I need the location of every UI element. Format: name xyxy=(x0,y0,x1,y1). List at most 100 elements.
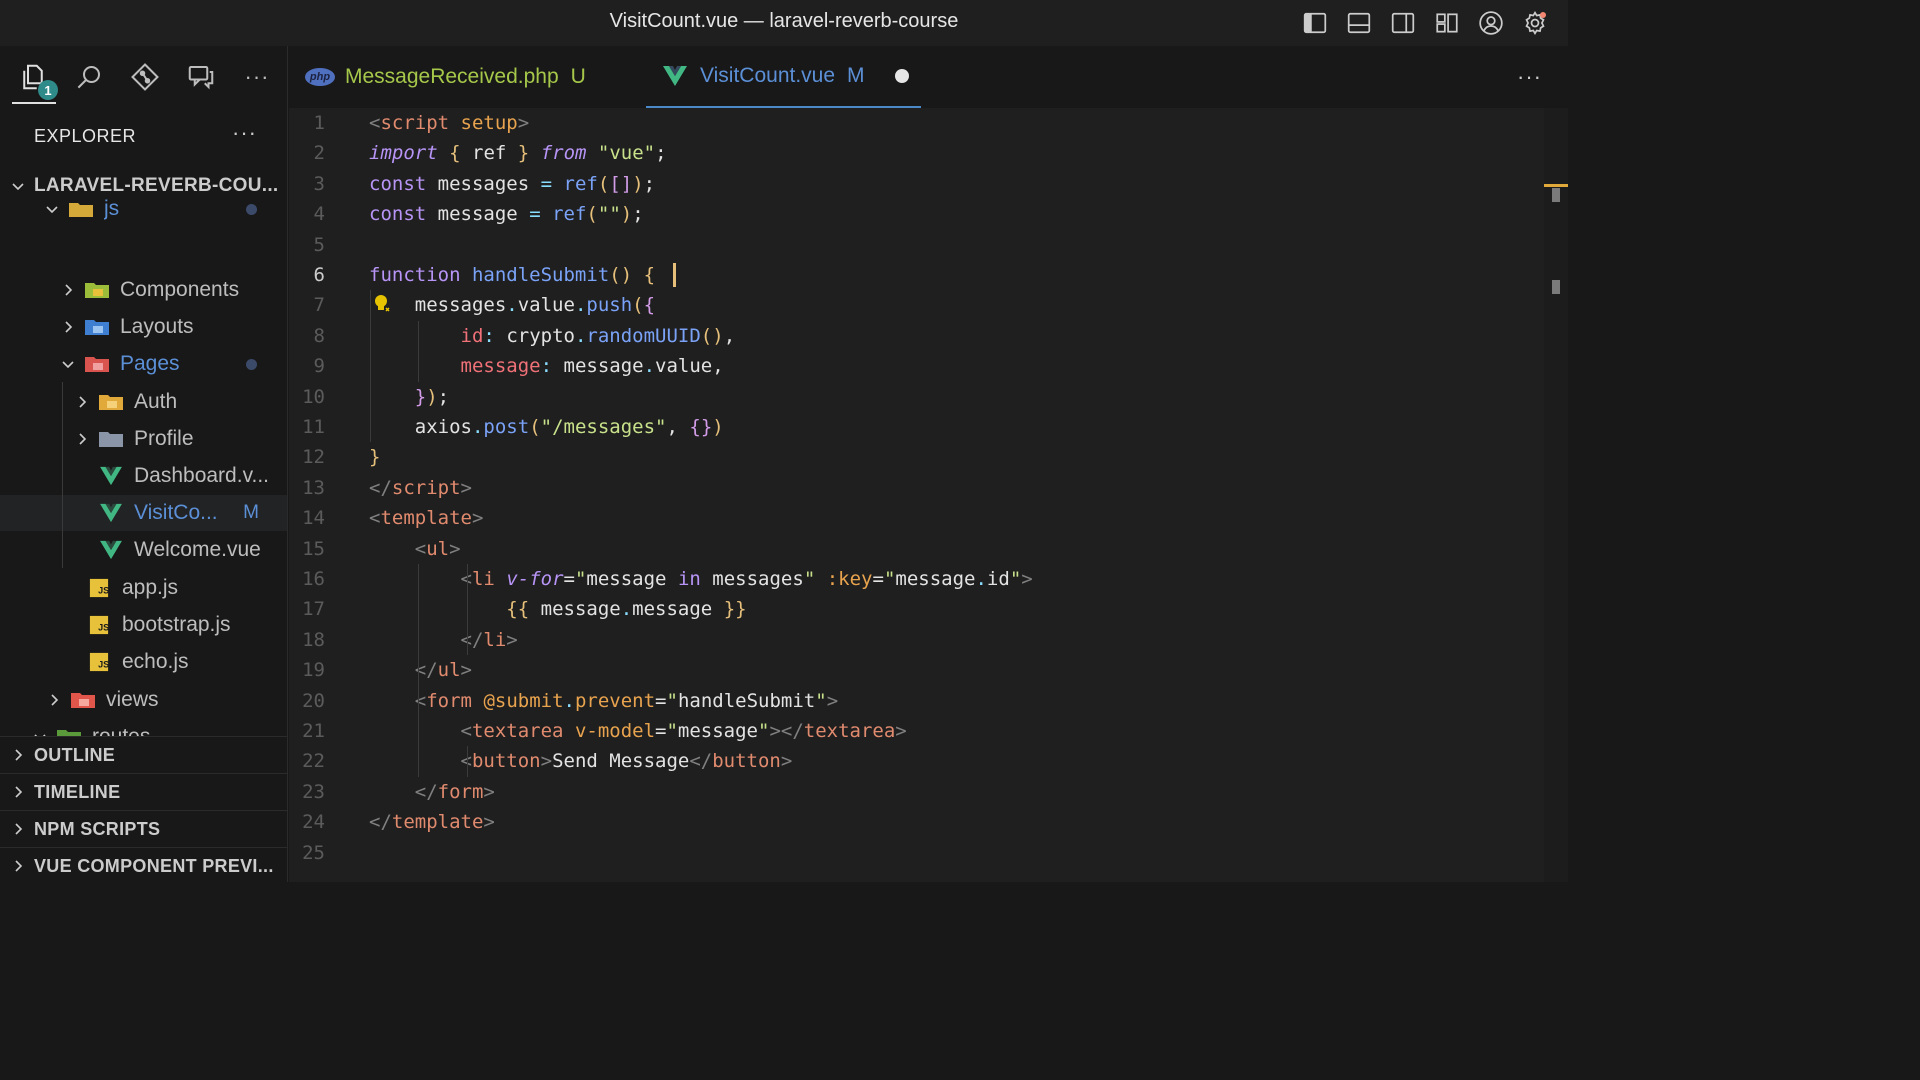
code-line[interactable]: 11 axios.post("/messages", {}) xyxy=(289,412,1544,442)
code-line[interactable]: 23 </form> xyxy=(289,777,1544,807)
tabs-more-button[interactable]: ··· xyxy=(1517,64,1542,90)
chevron-right-icon xyxy=(15,860,23,872)
editor-scrollbar[interactable] xyxy=(1544,108,1568,882)
more-views-icon[interactable]: ··· xyxy=(240,60,274,94)
code-line[interactable]: 7 messages.value.push({ xyxy=(289,290,1544,320)
code-line[interactable]: 16 <li v-for="message in messages" :key=… xyxy=(289,564,1544,594)
settings-gear-icon[interactable] xyxy=(1520,8,1550,38)
code-editor[interactable]: 1 <script setup> 2 import { ref } from "vue… xyxy=(289,108,1544,882)
code-line[interactable]: 20 <form @submit.prevent="handleSubmit"> xyxy=(289,686,1544,716)
lightbulb-icon[interactable] xyxy=(371,292,393,314)
line-number: 18 xyxy=(302,628,325,651)
vue-file-icon xyxy=(98,502,124,524)
code-line[interactable]: 24 </template> xyxy=(289,807,1544,837)
code-line[interactable]: 17 {{ message.message }} xyxy=(289,594,1544,624)
tree-item-profile[interactable]: Profile xyxy=(0,421,287,457)
php-file-icon: php xyxy=(305,68,335,86)
toggle-panel-icon[interactable] xyxy=(1344,8,1374,38)
scrollbar-thumb[interactable] xyxy=(1552,188,1560,202)
tree-item-label: app.js xyxy=(122,576,179,599)
code-line[interactable]: 14 <template> xyxy=(289,503,1544,533)
tree-item-label: Welcome.vue xyxy=(134,538,261,561)
tree-item-app-js[interactable]: JS app.js xyxy=(0,570,287,606)
code-line[interactable]: 4 const message = ref(""); xyxy=(289,199,1544,229)
code-text: </template> xyxy=(369,811,495,834)
line-number: 8 xyxy=(313,324,325,347)
code-line[interactable]: 10 }); xyxy=(289,382,1544,412)
account-icon[interactable] xyxy=(1476,8,1506,38)
tree-item-bootstrap-js[interactable]: JS bootstrap.js xyxy=(0,607,287,643)
code-text: message: message.value, xyxy=(460,355,724,378)
code-line[interactable]: 13 </script> xyxy=(289,473,1544,503)
panel-1[interactable]: TIMELINE xyxy=(0,773,288,810)
code-line[interactable]: 19 </ul> xyxy=(289,655,1544,685)
tree-item-auth[interactable]: Auth xyxy=(0,384,287,420)
code-line[interactable]: 2 import { ref } from "vue"; xyxy=(289,138,1544,168)
line-number: 21 xyxy=(302,720,325,742)
code-line[interactable]: 21 <textarea v-model="message"></textare… xyxy=(289,716,1544,746)
code-line[interactable]: 1 <script setup> xyxy=(289,108,1544,138)
tree-item-components[interactable]: Components xyxy=(0,272,287,308)
tree-item-visitcount[interactable]: VisitCo... M xyxy=(0,495,287,531)
explorer-heading: EXPLORER xyxy=(34,126,137,146)
tree-item-label: Components xyxy=(120,278,240,301)
code-line[interactable]: 25 xyxy=(289,838,1544,868)
tree-item-welcome[interactable]: Welcome.vue xyxy=(0,532,287,568)
explorer-badge: 1 xyxy=(38,80,58,100)
tree-item-label: Dashboard.v... xyxy=(134,464,270,487)
code-line[interactable]: 18 </li> xyxy=(289,625,1544,655)
svg-text:JS: JS xyxy=(98,622,109,632)
panel-3[interactable]: VUE COMPONENT PREVI... xyxy=(0,847,288,884)
chevron-right-icon xyxy=(79,396,87,408)
tree-item-layouts[interactable]: Layouts xyxy=(0,309,287,345)
code-text: <button>Send Message</button> xyxy=(461,750,793,773)
code-line[interactable]: 22 <button>Send Message</button> xyxy=(289,746,1544,776)
tree-item-label: Pages xyxy=(120,352,180,375)
tree-item-routes[interactable]: routes xyxy=(0,719,287,736)
code-text: const message = ref(""); xyxy=(369,203,644,226)
unsaved-dot-icon[interactable] xyxy=(894,69,909,83)
code-line[interactable]: 3 const messages = ref([]); xyxy=(289,169,1544,199)
line-number: 23 xyxy=(302,780,325,803)
line-number: 13 xyxy=(302,476,325,499)
js-file-icon: JS xyxy=(86,577,112,599)
code-line[interactable]: 9 message: message.value, xyxy=(289,351,1544,381)
title-bar: VisitCount.vue — laravel-reverb-course xyxy=(0,0,1568,46)
toggle-secondary-sidebar-icon[interactable] xyxy=(1388,8,1418,38)
explorer-icon[interactable]: 1 xyxy=(16,60,58,100)
search-icon[interactable] xyxy=(72,60,106,94)
tab-messagereceived[interactable]: php MessageReceived.php U xyxy=(305,46,586,108)
source-control-icon[interactable] xyxy=(128,60,162,94)
tree-item-label: VisitCo... xyxy=(134,501,218,524)
code-line[interactable]: 12} xyxy=(289,442,1544,472)
toggle-primary-sidebar-icon[interactable] xyxy=(1300,8,1330,38)
code-line[interactable]: 6 function handleSubmit() { xyxy=(289,260,1544,290)
explorer-more-button[interactable]: ··· xyxy=(232,120,257,146)
folder-components-icon xyxy=(84,279,110,301)
panel-2[interactable]: NPM SCRIPTS xyxy=(0,810,288,847)
code-text: }); xyxy=(414,385,450,408)
panel-0[interactable]: OUTLINE xyxy=(0,736,288,773)
tree-item-echo-js[interactable]: JS echo.js xyxy=(0,644,287,680)
code-line[interactable]: 15 <ul> xyxy=(289,534,1544,564)
tree-item-dashboard[interactable]: Dashboard.v... xyxy=(0,458,287,494)
tab-visitcount[interactable]: VisitCount.vue M xyxy=(646,46,921,108)
tree-item-pages[interactable]: Pages xyxy=(0,346,287,382)
tree-item-js[interactable]: js xyxy=(0,194,287,224)
line-number: 9 xyxy=(313,355,325,378)
chat-icon[interactable] xyxy=(184,60,218,94)
customize-layout-icon[interactable] xyxy=(1432,8,1462,38)
folder-routes-icon xyxy=(56,726,82,736)
tree-item-views[interactable]: views xyxy=(0,682,287,718)
code-text: <li v-for="message in messages" :key="me… xyxy=(461,568,1033,590)
indent-guide xyxy=(467,746,468,777)
code-line[interactable]: 8 id: crypto.randomUUID(), xyxy=(289,321,1544,351)
text-cursor xyxy=(673,263,676,287)
svg-text:JS: JS xyxy=(98,659,109,669)
git-status: M xyxy=(243,502,259,523)
line-number: 14 xyxy=(302,507,325,530)
line-number: 24 xyxy=(302,811,325,834)
line-number: 1 xyxy=(313,112,325,134)
code-text: </form> xyxy=(414,780,495,803)
code-line[interactable]: 5 xyxy=(289,230,1544,260)
